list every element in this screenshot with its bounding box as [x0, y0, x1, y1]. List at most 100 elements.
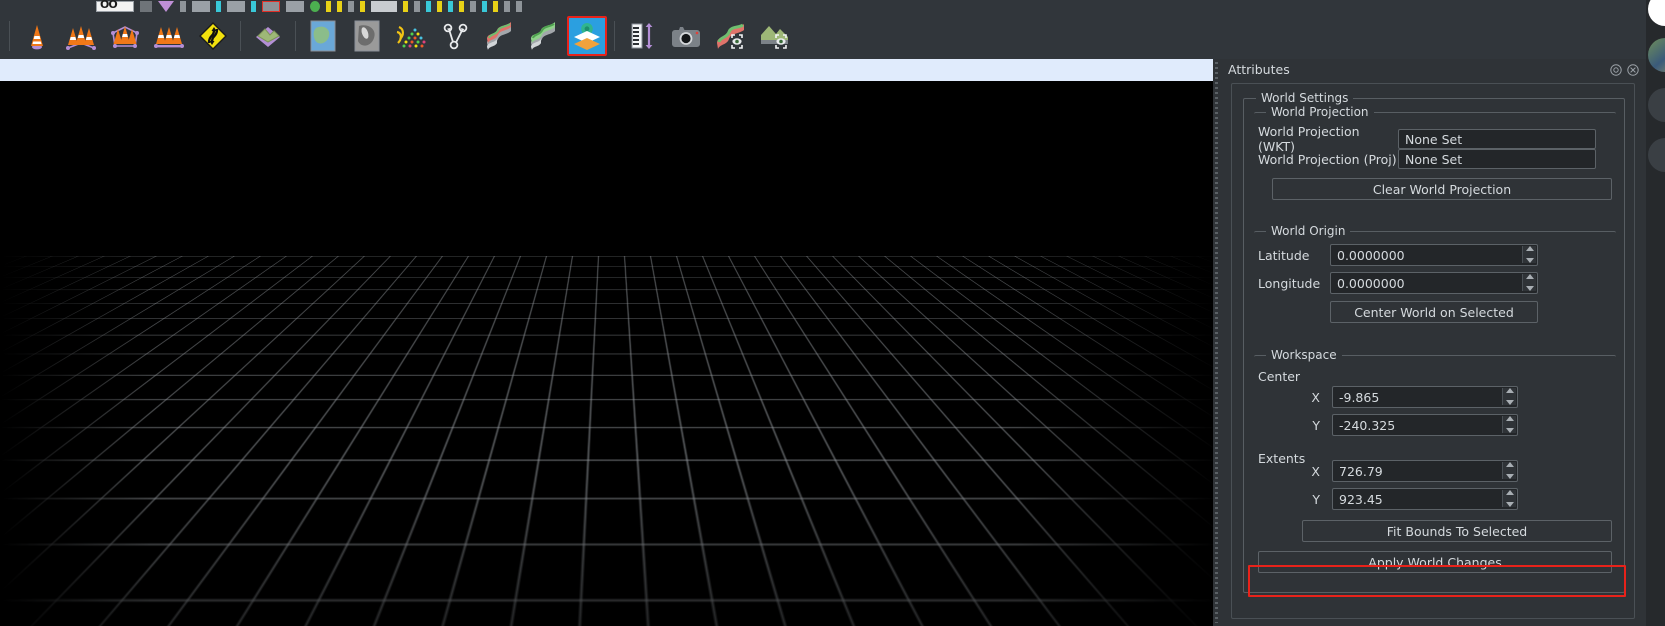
center-label: Center [1258, 369, 1301, 384]
red-box-icon[interactable] [262, 1, 280, 12]
center-x-label: X [1311, 389, 1320, 405]
main-toolbar [0, 12, 1665, 59]
application-window: World Origin Not Set Attributes World Se… [0, 0, 1665, 626]
white-bar-icon[interactable] [516, 1, 522, 12]
latitude-label: Latitude [1258, 247, 1310, 263]
extents-x-stepper[interactable] [1502, 462, 1516, 479]
dock-title: Attributes [1228, 62, 1290, 77]
world-projection-group: World Projection World Projection (WKT) … [1254, 105, 1616, 220]
apply-world-changes-button[interactable]: Apply World Changes [1258, 551, 1612, 573]
center-y-field[interactable]: -240.325 [1332, 414, 1518, 436]
small-grey-icon[interactable] [140, 1, 152, 12]
center-world-on-selected-button[interactable]: Center World on Selected [1330, 301, 1538, 323]
cone-polygon-icon[interactable] [105, 16, 145, 56]
grey-panel-icon[interactable] [371, 1, 397, 12]
sphere-dark-icon[interactable] [1648, 138, 1665, 172]
white-pin-icon[interactable] [504, 1, 510, 12]
camera-icon[interactable] [666, 16, 706, 56]
attributes-panel-frame: World Settings World Projection World Pr… [1231, 83, 1635, 619]
center-y-stepper[interactable] [1502, 416, 1516, 433]
workspace-group: Workspace Center X -9.865 Y -240.325 Ext… [1254, 348, 1616, 580]
extents-x-label: X [1311, 463, 1320, 479]
close-icon[interactable] [1627, 64, 1639, 76]
panel-splitter[interactable] [1213, 59, 1221, 626]
wkt-field[interactable]: None Set [1398, 129, 1596, 149]
sphere-dark-icon[interactable] [1648, 88, 1665, 122]
globe-white-icon[interactable] [1648, 0, 1665, 26]
map-image-icon[interactable] [303, 16, 343, 56]
world-settings-title: World Settings [1256, 91, 1354, 105]
purple-arrow-icon[interactable] [158, 1, 174, 12]
road-sign-icon[interactable] [193, 16, 233, 56]
extents-y-field[interactable]: 923.45 [1332, 488, 1518, 510]
cone-row-icon[interactable] [149, 16, 189, 56]
spline-path-icon[interactable] [435, 16, 475, 56]
yellow-bar-icon[interactable] [459, 1, 464, 12]
longitude-value: 0.0000000 [1337, 275, 1405, 291]
yellow-bar-icon[interactable] [493, 1, 498, 12]
extents-x-field[interactable]: 726.79 [1332, 460, 1518, 482]
world-origin-layers-icon[interactable] [567, 15, 607, 56]
longitude-field[interactable]: 0.0000000 [1330, 272, 1538, 294]
extents-y-stepper[interactable] [1502, 490, 1516, 507]
latitude-field[interactable]: 0.0000000 [1330, 244, 1538, 266]
cyan-dots-icon[interactable] [251, 1, 256, 12]
world-settings-group: World Settings World Projection World Pr… [1243, 91, 1625, 593]
road-inspect-icon[interactable] [710, 16, 750, 56]
world-origin-group: World Origin Latitude 0.0000000 Longitud… [1254, 224, 1616, 343]
yellow-bar-icon[interactable] [326, 1, 331, 12]
road-layer-red-icon[interactable] [479, 16, 519, 56]
point-cloud-icon[interactable] [391, 16, 431, 56]
direction-arrow-icon [540, 453, 566, 469]
extents-y-label: Y [1312, 491, 1320, 507]
toolbar-separator [9, 20, 10, 51]
road-layer-green-icon[interactable] [523, 16, 563, 56]
proj-label: World Projection (Proj) [1258, 151, 1397, 167]
3d-viewport[interactable]: World Origin Not Set [0, 81, 1221, 626]
extents-x-value: 726.79 [1339, 463, 1383, 479]
cyan-pin-icon[interactable] [482, 1, 487, 12]
cyan-dots-icon[interactable] [426, 1, 431, 12]
divider-icon [180, 1, 186, 12]
white-bar-icon[interactable] [348, 1, 354, 12]
toolbar-separator [295, 20, 296, 51]
tube-icon[interactable] [192, 1, 210, 12]
yellow-bar-icon[interactable] [403, 1, 408, 12]
center-x-stepper[interactable] [1502, 388, 1516, 405]
longitude-stepper[interactable] [1522, 274, 1536, 291]
grey-pair-icon[interactable] [286, 1, 304, 12]
yellow-bar-icon[interactable] [337, 1, 342, 12]
earth-icon[interactable] [1648, 38, 1665, 72]
right-icon-rail [1646, 0, 1665, 626]
center-y-value: -240.325 [1339, 417, 1396, 433]
latitude-value: 0.0000000 [1337, 247, 1405, 263]
world-origin-title: World Origin [1266, 224, 1351, 238]
numeric-badge-icon[interactable] [96, 0, 134, 12]
center-y-label: Y [1312, 417, 1320, 433]
undock-icon[interactable] [1610, 64, 1622, 76]
terrain-inspect-icon[interactable] [754, 16, 794, 56]
yellow-bar-icon[interactable] [360, 1, 365, 12]
cone-single-icon[interactable] [17, 16, 57, 56]
green-dot-icon[interactable] [310, 1, 320, 12]
yellow-bar-icon[interactable] [437, 1, 442, 12]
toolbar-separator [240, 20, 241, 51]
heightmap-icon[interactable] [347, 16, 387, 56]
longitude-label: Longitude [1258, 275, 1321, 291]
latitude-stepper[interactable] [1522, 246, 1536, 263]
cyan-bar-icon[interactable] [448, 1, 453, 12]
world-projection-title: World Projection [1266, 105, 1374, 119]
cone-multi-icon[interactable] [61, 16, 101, 56]
white-pin-icon[interactable] [470, 1, 476, 12]
ruler-height-icon[interactable] [622, 16, 662, 56]
white-bar-icon[interactable] [414, 1, 420, 12]
fit-bounds-to-selected-button[interactable]: Fit Bounds To Selected [1302, 520, 1612, 542]
cyan-marker-icon[interactable] [216, 1, 221, 12]
proj-field[interactable]: None Set [1398, 149, 1596, 169]
terrain-mesh-icon[interactable] [248, 16, 288, 56]
selected-polygon[interactable] [280, 376, 840, 591]
clear-world-projection-button[interactable]: Clear World Projection [1272, 178, 1612, 200]
center-x-value: -9.865 [1339, 389, 1380, 405]
center-x-field[interactable]: -9.865 [1332, 386, 1518, 408]
grey-block-icon[interactable] [227, 1, 245, 12]
